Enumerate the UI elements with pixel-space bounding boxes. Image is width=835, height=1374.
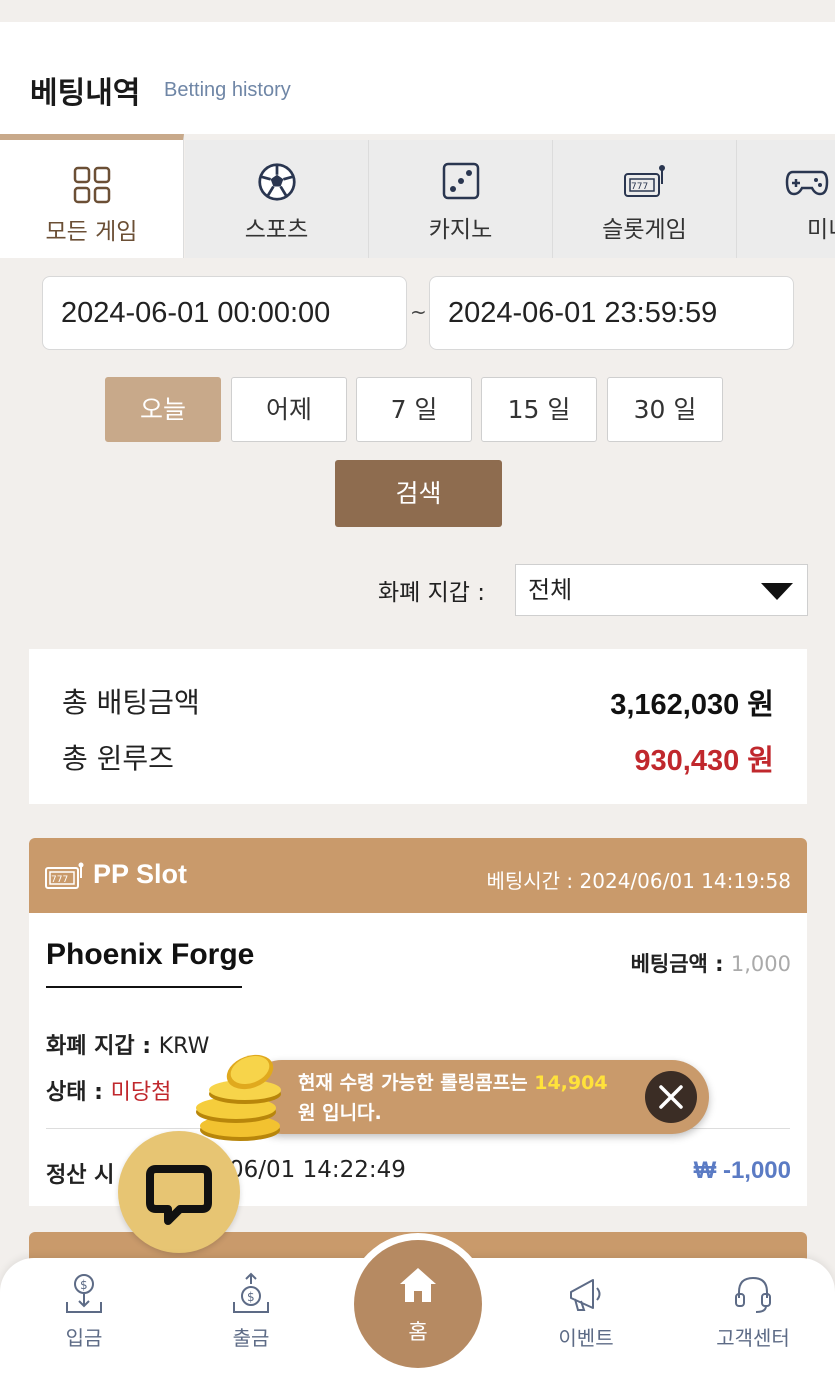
tab-label: 미니 (807, 217, 835, 243)
tab-label: 카지노 (428, 217, 493, 243)
quick-range-7-days[interactable]: 7 일 (356, 377, 472, 442)
bet-time-label: 베팅시간 : (486, 869, 574, 893)
wallet-row-label: 화폐 지갑 : (46, 1034, 152, 1059)
grid-icon (73, 166, 110, 204)
game-name: Phoenix Forge (46, 938, 255, 971)
status-badge: 미당첨 (110, 1080, 172, 1105)
quick-range-30-days[interactable]: 30 일 (607, 377, 723, 442)
total-winloss-label: 총 윈루즈 (62, 742, 174, 775)
dice-icon (442, 162, 479, 200)
slot-machine-icon: 777 (45, 862, 84, 889)
tab-label: 스포츠 (244, 217, 309, 243)
bet-amount-value: 1,000 (730, 952, 791, 976)
svg-text:777: 777 (631, 182, 648, 192)
settle-time: 06/01 14:22:49 (229, 1157, 406, 1183)
toast-prefix: 현재 수령 가능한 롤링콤프는 (298, 1072, 528, 1094)
total-bet-label: 총 배팅금액 (62, 686, 200, 719)
bet-time: 베팅시간 : 2024/06/01 14:19:58 (486, 865, 791, 894)
quick-range-15-days[interactable]: 15 일 (481, 377, 597, 442)
gamepad-icon (785, 170, 829, 196)
nav-label: 이벤트 (558, 1326, 614, 1350)
start-date-input[interactable]: 2024-06-01 00:00:00 (42, 276, 407, 350)
megaphone-icon (570, 1279, 601, 1311)
svg-text:$: $ (247, 1290, 255, 1304)
caret-down-icon (761, 583, 793, 600)
toast-message: 현재 수령 가능한 롤링콤프는 14,904 원 입니다. (298, 1068, 638, 1128)
chat-bubble-icon (146, 1165, 212, 1225)
search-button[interactable]: 검색 (335, 460, 502, 527)
betting-summary: 총 배팅금액 3,162,030 원 총 윈루즈 930,430 원 (29, 649, 807, 804)
tab-slots[interactable]: 777 슬롯게임 (553, 140, 737, 258)
page-header: 베팅내역 Betting history (0, 22, 835, 134)
tab-label: 모든 게임 (45, 219, 138, 245)
nav-home-button[interactable]: 홈 (354, 1240, 482, 1368)
settle-row-label: 정산 시 (46, 1163, 115, 1188)
page-title: 베팅내역 (30, 76, 141, 111)
tab-mini[interactable]: 미니 (737, 140, 835, 258)
settle-amount: ₩ -1,000 (693, 1157, 791, 1184)
slot-machine-icon: 777 (623, 165, 665, 197)
nav-deposit[interactable]: $ 입금 (9, 1258, 159, 1374)
nav-customer-support[interactable]: 고객센터 (678, 1258, 828, 1374)
rolling-comp-toast[interactable]: 현재 수령 가능한 롤링콤프는 14,904 원 입니다. (245, 1060, 709, 1134)
quick-range-yesterday[interactable]: 어제 (231, 377, 347, 442)
svg-text:$: $ (80, 1278, 88, 1292)
nav-label: 출금 (232, 1326, 270, 1350)
toast-amount: 14,904 (534, 1072, 608, 1094)
tab-sports[interactable]: 스포츠 (185, 140, 369, 258)
top-spacer (0, 0, 835, 22)
wallet-filter-label: 화폐 지갑 : (378, 580, 486, 606)
live-chat-button[interactable] (118, 1131, 240, 1253)
toast-close-button[interactable] (645, 1071, 697, 1123)
withdraw-icon: $ (233, 1272, 269, 1313)
total-winloss-value: 930,430 원 (634, 745, 774, 777)
home-icon (400, 1268, 436, 1302)
game-category-tabs: 모든 게임 스포츠 카지노 777 슬롯게임 미 (0, 134, 835, 258)
toast-suffix: 원 입니다. (298, 1102, 382, 1124)
close-icon (659, 1085, 683, 1109)
wallet-filter-value: 전체 (528, 576, 573, 604)
divider (46, 986, 242, 988)
bet-amount: 베팅금액 : 1,000 (631, 948, 791, 978)
headset-icon (735, 1276, 771, 1313)
bet-time-value: 2024/06/01 14:19:58 (579, 869, 791, 893)
deposit-icon: $ (66, 1274, 102, 1313)
svg-text:777: 777 (51, 875, 68, 885)
date-separator: ~ (410, 300, 427, 324)
quick-range-today[interactable]: 오늘 (105, 377, 221, 442)
wallet-row: 화폐 지갑 : KRW (46, 1028, 209, 1060)
total-bet-value: 3,162,030 원 (610, 689, 774, 721)
nav-label: 고객센터 (716, 1326, 790, 1350)
bet-card-header: 777 PP Slot 베팅시간 : 2024/06/01 14:19:58 (29, 838, 807, 913)
nav-label: 입금 (65, 1326, 103, 1350)
bet-amount-label: 베팅금액 : (630, 952, 724, 976)
tab-all-games[interactable]: 모든 게임 (0, 134, 184, 258)
tab-casino[interactable]: 카지노 (369, 140, 553, 258)
page-subtitle: Betting history (164, 79, 291, 101)
end-date-input[interactable]: 2024-06-01 23:59:59 (429, 276, 794, 350)
wallet-filter-select[interactable]: 전체 (515, 564, 808, 616)
nav-withdraw[interactable]: $ 출금 (176, 1258, 326, 1374)
provider-name: PP Slot (93, 859, 188, 889)
status-row: 상태 : 미당첨 (46, 1074, 171, 1106)
tab-label: 슬롯게임 (602, 217, 687, 243)
status-row-label: 상태 : (46, 1080, 103, 1105)
nav-label: 홈 (408, 1320, 428, 1344)
soccer-ball-icon (257, 163, 296, 201)
nav-event[interactable]: 이벤트 (511, 1258, 661, 1374)
